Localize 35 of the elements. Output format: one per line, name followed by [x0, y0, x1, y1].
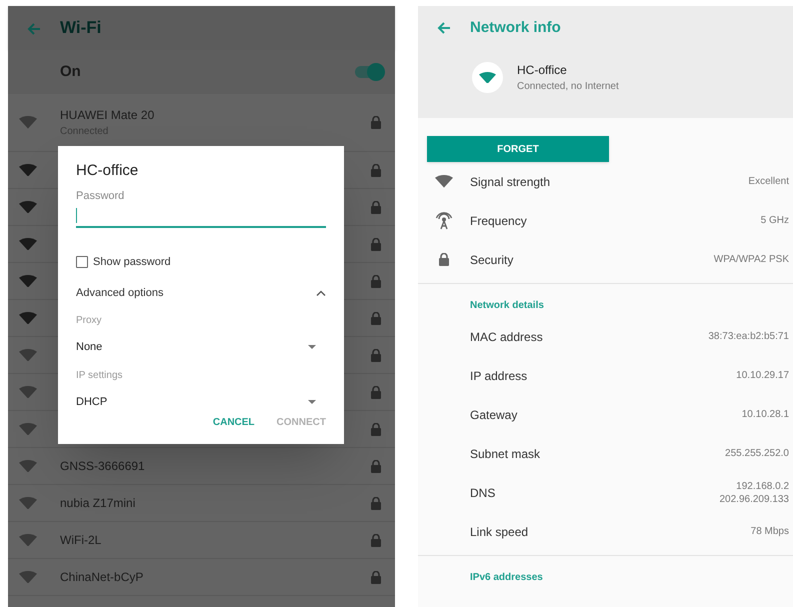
screen-title: Network info [470, 18, 561, 38]
network-name: WiFi-2L [60, 532, 102, 549]
field-label: Password [76, 188, 126, 204]
screen-title: Wi-Fi [60, 17, 102, 40]
detail-label: Link speed [470, 524, 530, 540]
property-label: Security [470, 252, 514, 268]
network-name: nubia Z17mini [60, 495, 136, 512]
detail-value: 10.10.28.1 [742, 408, 789, 421]
detail-label: IP address [470, 368, 528, 384]
property-value: 5 GHz [760, 214, 789, 228]
property-label: Frequency [470, 212, 528, 230]
detail-value: 38:73:ea:b2:b5:71 [708, 330, 789, 343]
dialog-title: HC-office [76, 161, 140, 181]
section-header: IPv6 addresses [470, 571, 544, 585]
network-name: HC-office [517, 62, 568, 79]
field-label: Proxy [76, 314, 103, 328]
property-value: Excellent [748, 175, 789, 189]
switch-label: On [60, 62, 82, 82]
network-name: HUAWEI Mate 20 [60, 107, 156, 124]
detail-label: DNS [470, 484, 496, 502]
detail-label: MAC address [470, 328, 544, 346]
detail-value: 255.255.252.0 [725, 447, 789, 460]
section-header: Network details [470, 299, 545, 313]
property-label: Signal strength [470, 174, 552, 190]
detail-value: 202.96.209.133 [719, 492, 789, 506]
detail-value: 78 Mbps [750, 525, 789, 538]
detail-value: 192.168.0.2 [736, 480, 789, 492]
network-status: Connected, no Internet [517, 80, 619, 94]
network-name: GNSS-3666691 [60, 458, 146, 475]
property-value: WPA/WPA2 PSK [714, 253, 789, 267]
detail-value: 10.10.29.17 [736, 369, 789, 382]
detail-label: Subnet mask [470, 446, 542, 462]
network-name: ChinaNet-bCyP [60, 569, 144, 586]
field-label: IP settings [76, 368, 124, 382]
detail-label: Gateway [470, 406, 518, 424]
